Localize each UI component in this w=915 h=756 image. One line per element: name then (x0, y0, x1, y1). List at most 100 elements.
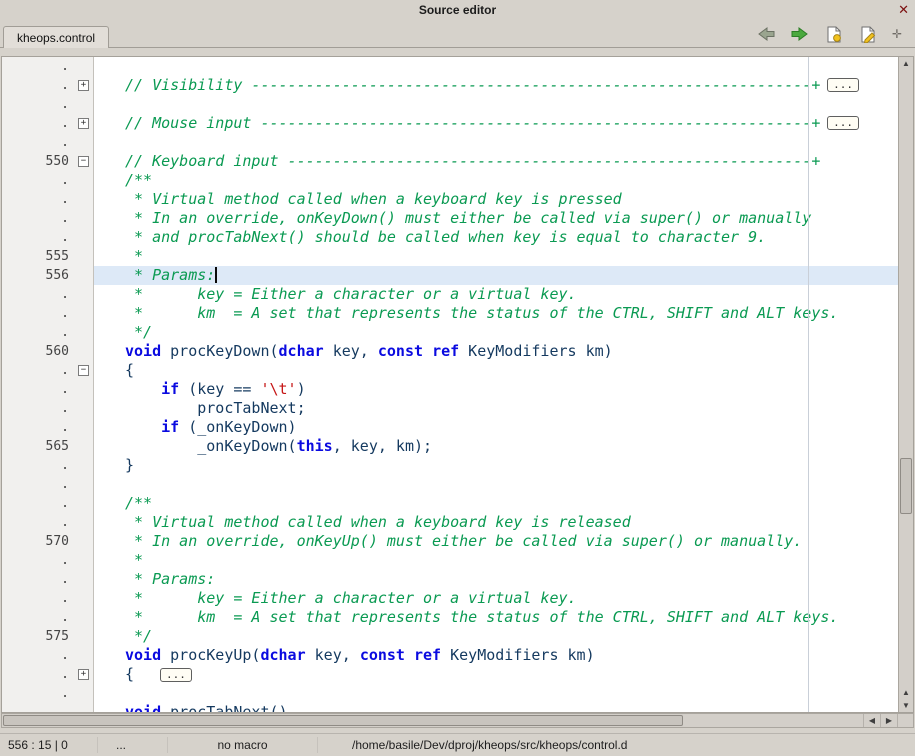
code-text[interactable]: * (94, 247, 898, 266)
code-text[interactable] (94, 57, 898, 76)
scrollbar-corner (897, 714, 913, 727)
code-text[interactable]: _onKeyDown(this, key, km); (94, 437, 898, 456)
code-text[interactable]: if (key == '\t') (94, 380, 898, 399)
code-line[interactable]: . if (_onKeyDown) (2, 418, 898, 437)
code-text[interactable]: // Visibility --------------------------… (94, 76, 898, 95)
code-line[interactable]: .void procKeyUp(dchar key, const ref Key… (2, 646, 898, 665)
code-line[interactable]: .void procTabNext() (2, 703, 898, 712)
code-line[interactable]: ./** (2, 494, 898, 513)
code-line[interactable]: . * (2, 551, 898, 570)
folded-block-indicator[interactable]: ... (827, 116, 859, 130)
code-text[interactable]: {... (94, 665, 898, 684)
code-line[interactable]: . * Virtual method called when a keyboar… (2, 513, 898, 532)
code-text[interactable]: void procKeyDown(dchar key, const ref Ke… (94, 342, 898, 361)
code-line[interactable]: . if (key == '\t') (2, 380, 898, 399)
code-line[interactable]: . (2, 95, 898, 114)
code-text[interactable]: // Mouse input -------------------------… (94, 114, 898, 133)
code-line[interactable]: .−{ (2, 361, 898, 380)
code-line[interactable]: ./** (2, 171, 898, 190)
tab-kheops-control[interactable]: kheops.control (3, 26, 109, 48)
folded-block-indicator[interactable]: ... (160, 668, 192, 682)
code-line[interactable]: . * key = Either a character or a virtua… (2, 589, 898, 608)
scroll-up-icon-bottom[interactable]: ▲ (899, 686, 913, 699)
code-text[interactable]: * Params: (94, 570, 898, 589)
code-text[interactable]: * In an override, onKeyDown() must eithe… (94, 209, 898, 228)
horizontal-scroll-track[interactable] (2, 714, 863, 727)
code-text[interactable]: * (94, 551, 898, 570)
code-line[interactable]: 556 * Params: (2, 266, 898, 285)
code-text[interactable]: * and procTabNext() should be called whe… (94, 228, 898, 247)
code-text[interactable]: * Params: (94, 266, 898, 285)
line-number: . (2, 190, 74, 209)
code-line[interactable]: . * key = Either a character or a virtua… (2, 285, 898, 304)
save-document-as-button[interactable] (858, 26, 878, 42)
go-forward-button[interactable] (790, 26, 810, 42)
code-line[interactable]: . * Params: (2, 570, 898, 589)
code-text[interactable] (94, 475, 898, 494)
code-line[interactable]: 570 * In an override, onKeyUp() must eit… (2, 532, 898, 551)
code-line[interactable]: .+// Mouse input -----------------------… (2, 114, 898, 133)
code-text[interactable]: */ (94, 323, 898, 342)
code-line[interactable]: . (2, 57, 898, 76)
code-text[interactable]: /** (94, 494, 898, 513)
horizontal-scroll-thumb[interactable] (3, 715, 683, 726)
code-text[interactable]: * Virtual method called when a keyboard … (94, 513, 898, 532)
scroll-left-icon[interactable]: ◀ (863, 714, 880, 727)
code-text[interactable]: if (_onKeyDown) (94, 418, 898, 437)
fold-collapse-icon[interactable]: − (78, 365, 89, 376)
code-line[interactable]: . * In an override, onKeyDown() must eit… (2, 209, 898, 228)
code-text[interactable]: * In an override, onKeyUp() must either … (94, 532, 898, 551)
vertical-scroll-track[interactable] (899, 70, 913, 686)
scroll-up-icon[interactable]: ▲ (899, 57, 913, 70)
horizontal-scrollbar[interactable]: ◀ ▶ (1, 713, 914, 728)
fold-expand-icon[interactable]: + (78, 80, 89, 91)
code-line[interactable]: .+// Visibility ------------------------… (2, 76, 898, 95)
code-text[interactable]: * km = A set that represents the status … (94, 608, 898, 627)
code-line[interactable]: .} (2, 456, 898, 475)
code-text[interactable]: void procKeyUp(dchar key, const ref KeyM… (94, 646, 898, 665)
code-text[interactable] (94, 133, 898, 152)
titlebar[interactable]: Source editor ✕ (0, 0, 915, 20)
code-text[interactable]: /** (94, 171, 898, 190)
code-line[interactable]: 550−// Keyboard input ------------------… (2, 152, 898, 171)
code-line[interactable]: 560void procKeyDown(dchar key, const ref… (2, 342, 898, 361)
save-document-button[interactable] (824, 26, 844, 42)
code-text[interactable]: procTabNext; (94, 399, 898, 418)
folded-block-indicator[interactable]: ... (827, 78, 859, 92)
code-line[interactable]: . (2, 684, 898, 703)
code-line[interactable]: 565 _onKeyDown(this, key, km); (2, 437, 898, 456)
code-line[interactable]: . * Virtual method called when a keyboar… (2, 190, 898, 209)
code-text[interactable]: { (94, 361, 898, 380)
code-line[interactable]: . (2, 475, 898, 494)
code-line[interactable]: . * km = A set that represents the statu… (2, 608, 898, 627)
fold-expand-icon[interactable]: + (78, 118, 89, 129)
code-editor[interactable]: ..+// Visibility -----------------------… (2, 57, 898, 712)
fold-expand-icon[interactable]: + (78, 669, 89, 680)
code-text[interactable]: * km = A set that represents the status … (94, 304, 898, 323)
vertical-scroll-thumb[interactable] (900, 458, 912, 513)
code-text[interactable]: */ (94, 627, 898, 646)
vertical-scrollbar[interactable]: ▲ ▲ ▼ (898, 57, 913, 712)
code-line[interactable]: .+{... (2, 665, 898, 684)
code-text[interactable]: } (94, 456, 898, 475)
code-text[interactable]: void procTabNext() (94, 703, 898, 712)
code-text[interactable]: * key = Either a character or a virtual … (94, 285, 898, 304)
dock-handle-icon[interactable]: ✛ (892, 27, 904, 41)
code-line[interactable]: 555 * (2, 247, 898, 266)
code-line[interactable]: . procTabNext; (2, 399, 898, 418)
code-line[interactable]: . (2, 133, 898, 152)
code-line[interactable]: . * and procTabNext() should be called w… (2, 228, 898, 247)
code-line[interactable]: . * km = A set that represents the statu… (2, 304, 898, 323)
code-line[interactable]: 575 */ (2, 627, 898, 646)
code-text[interactable]: // Keyboard input ----------------------… (94, 152, 898, 171)
code-text[interactable] (94, 684, 898, 703)
scroll-down-icon[interactable]: ▼ (899, 699, 913, 712)
code-line[interactable]: . */ (2, 323, 898, 342)
go-back-button[interactable] (756, 26, 776, 42)
close-icon[interactable]: ✕ (898, 0, 909, 20)
code-text[interactable]: * key = Either a character or a virtual … (94, 589, 898, 608)
fold-collapse-icon[interactable]: − (78, 156, 89, 167)
code-text[interactable] (94, 95, 898, 114)
scroll-right-icon[interactable]: ▶ (880, 714, 897, 727)
code-text[interactable]: * Virtual method called when a keyboard … (94, 190, 898, 209)
